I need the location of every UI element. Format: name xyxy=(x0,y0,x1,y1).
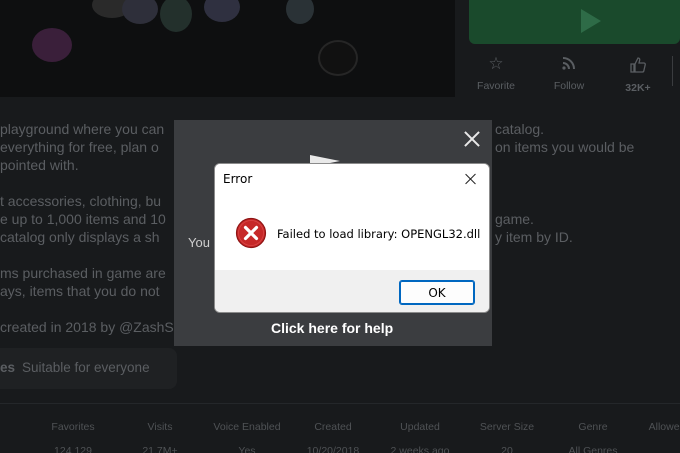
description-line: e up to 1,000 items and 10 xyxy=(0,211,166,227)
error-message: Failed to load library: OPENGL32.dll xyxy=(277,227,481,241)
favorite-label: Favorite xyxy=(477,80,515,92)
follow-action[interactable]: Follow xyxy=(539,54,599,92)
description-fragment: on items you would be xyxy=(495,139,635,155)
dialog-close-icon[interactable] xyxy=(463,171,479,187)
stat-header: Visits xyxy=(147,421,173,433)
dialog-body: Failed to load library: OPENGL32.dll xyxy=(215,193,489,270)
play-button[interactable] xyxy=(469,0,680,44)
star-icon: ☆ xyxy=(488,54,504,73)
description-line: catalog only displays a sh xyxy=(0,229,160,245)
maturity-tag-value: Suitable for everyone xyxy=(22,360,150,375)
description-line: pointed with. xyxy=(0,157,79,173)
actions-divider xyxy=(672,56,673,86)
description-fragment: y item by ID. xyxy=(495,229,573,245)
stat-value: 10/20/2018 xyxy=(306,445,360,453)
description-line: everything for free, plan o xyxy=(0,139,159,155)
description-line: t accessories, clothing, bu xyxy=(0,193,162,209)
stat-value: 20 xyxy=(501,445,513,453)
stat-value: 2 weeks ago xyxy=(390,445,450,453)
stat-header: Voice Enabled xyxy=(213,421,281,433)
help-link[interactable]: Click here for help xyxy=(271,320,393,336)
description-fragment: game. xyxy=(495,211,534,227)
dialog-titlebar[interactable]: Error xyxy=(215,164,489,193)
ok-button[interactable]: OK xyxy=(399,280,475,305)
error-dialog: Error Failed to load library: OPENGL32.d… xyxy=(214,163,490,313)
favorite-action[interactable]: ☆ Favorite xyxy=(466,54,526,92)
description-line: ms purchased in game are xyxy=(0,265,166,281)
stat-header: Favorites xyxy=(51,421,95,433)
stat-value: All Genres xyxy=(568,445,618,453)
follow-label: Follow xyxy=(553,80,585,92)
like-count: 32K+ xyxy=(625,82,651,94)
stat-value: 124,129 xyxy=(54,445,92,453)
description-fragment: catalog. xyxy=(495,121,545,137)
game-thumbnail xyxy=(0,0,455,97)
maturity-tag-label: es xyxy=(0,360,16,375)
thumbs-up-icon xyxy=(608,56,668,76)
description-line: created in 2018 by @ZashS xyxy=(0,319,174,335)
dialog-footer: OK xyxy=(215,270,489,312)
stat-header: Allowed xyxy=(648,421,680,433)
description-line: playground where you can xyxy=(0,121,165,137)
dialog-title: Error xyxy=(223,172,253,186)
play-icon xyxy=(581,9,601,33)
stats-divider xyxy=(0,403,680,404)
rss-icon xyxy=(539,54,599,74)
stat-header: Created xyxy=(314,421,352,433)
error-icon xyxy=(235,217,267,249)
stat-value: Yes xyxy=(238,445,256,453)
stat-value: 21.7M+ xyxy=(142,445,178,453)
stat-header: Updated xyxy=(400,421,440,433)
stat-header: Genre xyxy=(578,421,608,433)
stat-header: Server Size xyxy=(479,421,535,433)
like-action[interactable]: 32K+ xyxy=(608,56,668,94)
close-icon[interactable] xyxy=(463,130,481,148)
description-line: ays, items that you do not xyxy=(0,283,160,299)
launch-modal-text: You xyxy=(188,235,210,250)
